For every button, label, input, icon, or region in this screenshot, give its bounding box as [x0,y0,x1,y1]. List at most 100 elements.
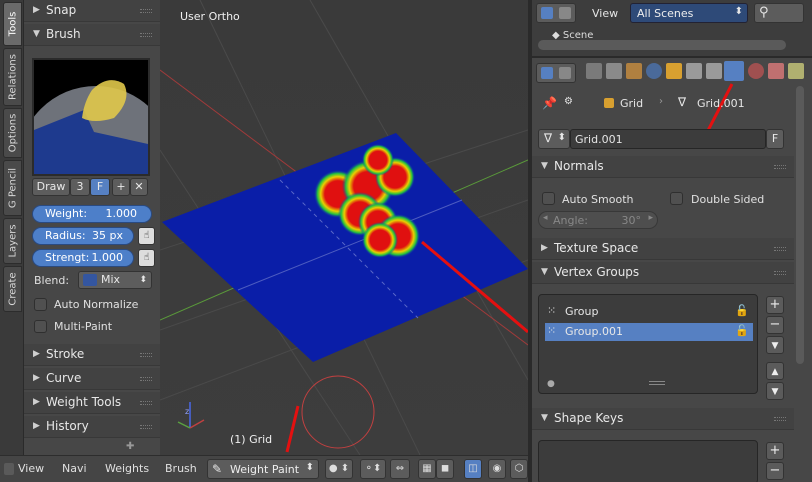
3d-viewport[interactable]: z User Ortho (1) Grid [160,0,528,455]
tab-options[interactable]: Options [3,108,22,158]
collapsed-arrow-icon: ▶ [541,243,548,253]
tab-grease-pencil[interactable]: G Pencil [3,160,22,216]
panel-texture-space[interactable]: ▶ Texture Space [532,238,794,260]
collapsed-arrow-icon: ▶ [33,5,40,15]
mesh-fake-user-toggle[interactable]: F [766,129,784,149]
vertex-group-icon: ⁙ [547,324,557,337]
pin-icon[interactable]: 📌 [542,96,557,110]
grip-icon [140,401,152,405]
strength-slider[interactable]: Strengt: 1.000 [32,249,134,267]
tab-tools[interactable]: Tools [3,2,22,46]
unlock-icon[interactable]: 🔓 [735,324,749,337]
minus-icon: − [769,317,781,332]
add-vertex-group-button[interactable]: + [766,296,784,314]
viewport-shading-select[interactable]: ● ⬍ [325,459,353,479]
resize-grip-icon[interactable] [649,381,665,385]
vertex-mask-button[interactable]: ◼ [436,459,454,479]
properties-scrollbar[interactable] [796,86,804,364]
blend-mode-select[interactable]: Mix ⬍ [78,271,152,289]
remove-vertex-group-button[interactable]: − [766,316,784,334]
grip-icon [140,353,152,357]
multi-paint-checkbox[interactable] [34,320,47,333]
panel-shape-keys[interactable]: ▼ Shape Keys [532,408,794,430]
collapsed-arrow-icon: ▶ [33,349,40,359]
increment-arrow-icon: ▸ [648,213,653,223]
auto-smooth-checkbox[interactable] [542,192,555,205]
panel-brush[interactable]: ▼ Brush [24,24,160,46]
mode-select[interactable]: ✎ Weight Paint ⬍ [207,459,319,479]
editor-type-icon[interactable] [4,463,14,475]
collapsed-arrow-icon: ▶ [33,421,40,431]
panel-stroke[interactable]: ▶ Stroke [24,344,160,366]
menu-view[interactable]: View [18,462,44,475]
search-icon: ⚲ [759,5,769,20]
auto-normalize-checkbox[interactable] [34,298,47,311]
list-item[interactable]: ⁙ Group 🔓 [545,303,753,321]
add-panel-icon[interactable]: ✚ [126,441,134,452]
expanded-arrow-icon: ▼ [33,29,40,39]
manipulator-icon: ⇔ [395,463,405,474]
radius-slider[interactable]: Radius: 35 px [32,227,134,245]
down-arrow-icon: ▼ [771,341,779,351]
panel-vertex-groups[interactable]: ▼ Vertex Groups [532,262,794,284]
mesh-name-field[interactable]: Grid.001 [570,129,766,149]
pen-pressure-icon: ☝ [143,252,150,263]
panel-normals[interactable]: ▼ Normals [532,156,794,178]
tab-layers[interactable]: Layers [3,218,22,264]
brush-users-count[interactable]: 3 [70,178,90,196]
shape-key-list[interactable] [538,440,758,482]
pivot-point-select[interactable]: ⚬⬍ [360,459,386,479]
active-object-label: (1) Grid [230,433,273,446]
double-sided-checkbox[interactable] [670,192,683,205]
outliner-horizontal-scrollbar[interactable] [538,40,786,50]
outliner-scenes-select[interactable]: All Scenes ⬍ [630,3,748,23]
scene-layer-button[interactable]: ⬡ [510,459,528,479]
unlock-icon[interactable]: 🔓 [735,304,749,317]
menu-weights[interactable]: Weights [105,462,149,475]
outliner-search-field[interactable]: ⚲ [754,3,804,23]
grip-icon [140,425,152,429]
brush-name-field[interactable]: Draw [32,178,70,196]
minus-icon: − [769,463,781,478]
remove-brush-button[interactable]: ✕ [130,178,148,196]
add-shape-key-button[interactable]: + [766,442,784,460]
angle-field[interactable]: ◂ Angle: 30° ▸ [538,211,658,229]
panel-history[interactable]: ▶ History [24,416,160,438]
pen-pressure-icon: ☝ [143,230,150,241]
fake-user-toggle[interactable]: F [90,178,110,196]
tab-create[interactable]: Create [3,266,22,312]
move-group-down-button[interactable]: ▼ [766,382,784,400]
grip-icon [140,9,152,13]
tab-relations[interactable]: Relations [3,48,22,106]
vertex-group-list[interactable]: ⁙ Group 🔓 ⁙ Group.001 🔓 ● [538,294,758,394]
plus-icon: + [769,297,781,312]
viewport-scene: z [160,0,528,455]
mesh-browse-button[interactable]: ∇ ⬍ [538,129,570,149]
panel-curve[interactable]: ▶ Curve [24,368,160,390]
strength-pressure-toggle[interactable]: ☝ [138,249,155,267]
add-brush-button[interactable]: + [112,178,130,196]
brush-preview-thumbnail[interactable] [32,58,150,176]
layer-select-button[interactable]: ◫ [464,459,482,479]
filter-options-icon[interactable]: ● [547,379,555,389]
face-mask-button[interactable]: ▦ [418,459,436,479]
panel-weight-tools[interactable]: ▶ Weight Tools [24,392,160,414]
updown-arrows-icon: ⬍ [734,6,743,17]
move-group-up-button[interactable]: ▲ [766,362,784,380]
weight-slider[interactable]: Weight: 1.000 [32,205,152,223]
render-layer-button[interactable]: ◉ [488,459,506,479]
grip-icon [774,271,786,275]
grip-icon [774,247,786,251]
manipulator-toggle[interactable]: ⇔ [390,459,410,479]
panel-snap[interactable]: ▶ Snap [24,0,160,22]
outliner-view-menu[interactable]: View [592,7,618,20]
radius-pressure-toggle[interactable]: ☝ [138,227,155,245]
remove-shape-key-button[interactable]: − [766,462,784,480]
list-item-selected[interactable]: ⁙ Group.001 🔓 [545,323,753,341]
vertex-group-specials-button[interactable]: ▼ [766,336,784,354]
outliner-editor-type-button[interactable] [536,3,576,23]
collapsed-arrow-icon: ▶ [33,373,40,383]
breadcrumb-object: Grid [620,97,644,110]
menu-brush[interactable]: Brush [165,462,197,475]
menu-navi[interactable]: Navi [62,462,87,475]
